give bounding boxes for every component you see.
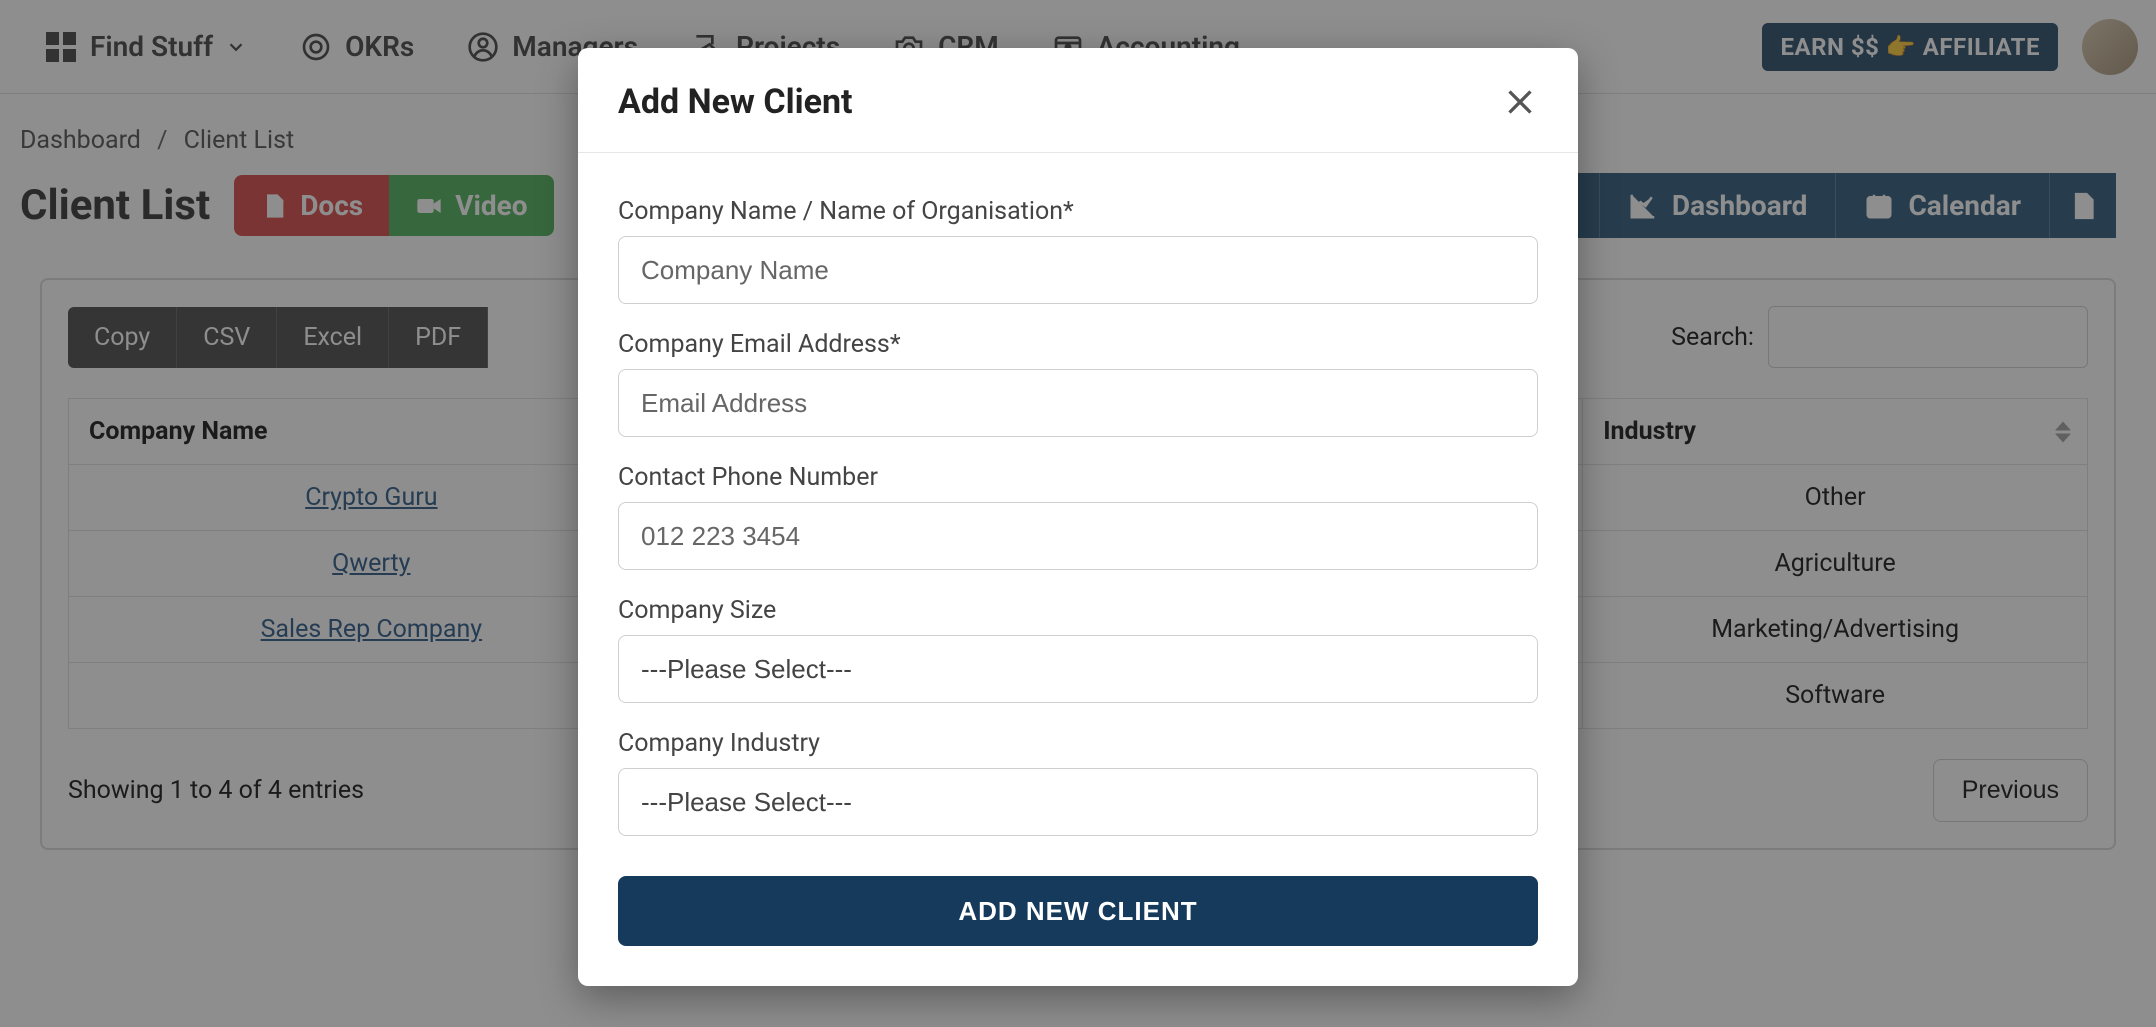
size-select[interactable]: ---Please Select---: [618, 635, 1538, 703]
close-button[interactable]: [1502, 84, 1538, 120]
industry-label: Company Industry: [618, 729, 1538, 758]
email-label: Company Email Address*: [618, 330, 1538, 359]
add-client-modal: Add New Client Company Name / Name of Or…: [578, 48, 1578, 986]
modal-overlay: Add New Client Company Name / Name of Or…: [0, 0, 2156, 1027]
industry-select[interactable]: ---Please Select---: [618, 768, 1538, 836]
phone-label: Contact Phone Number: [618, 463, 1538, 492]
modal-title: Add New Client: [618, 82, 853, 122]
email-input[interactable]: [618, 369, 1538, 437]
submit-button[interactable]: ADD NEW CLIENT: [618, 876, 1538, 946]
company-name-input[interactable]: [618, 236, 1538, 304]
size-label: Company Size: [618, 596, 1538, 625]
company-name-label: Company Name / Name of Organisation*: [618, 197, 1538, 226]
close-icon: [1502, 84, 1538, 120]
phone-input[interactable]: [618, 502, 1538, 570]
